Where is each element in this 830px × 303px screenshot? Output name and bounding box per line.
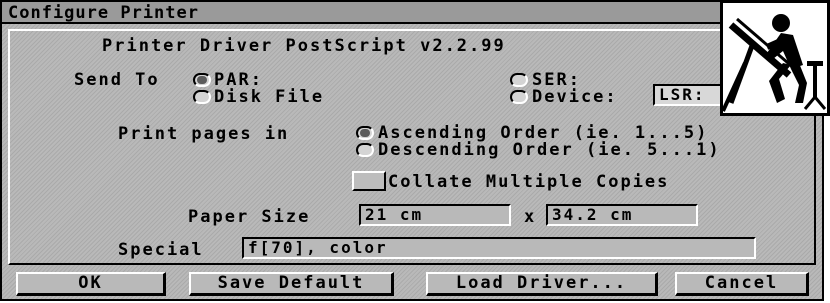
save-default-button[interactable]: Save Default <box>189 272 394 296</box>
radio-descending[interactable] <box>356 143 374 157</box>
radio-ser[interactable] <box>510 73 528 87</box>
device-input[interactable]: LSR: <box>653 84 728 106</box>
paper-size-separator: x <box>524 207 537 227</box>
load-driver-button[interactable]: Load Driver... <box>426 272 658 296</box>
radio-par[interactable] <box>193 73 211 87</box>
special-label: Special <box>118 240 204 260</box>
window-title: Configure Printer <box>8 3 199 23</box>
radio-ascending[interactable] <box>356 126 374 140</box>
radio-disk-file[interactable] <box>193 90 211 104</box>
special-input[interactable]: f[70], color <box>242 237 756 259</box>
title-bar[interactable]: Configure Printer <box>2 2 822 24</box>
send-to-label: Send To <box>74 70 160 90</box>
paper-width-input[interactable]: 21 cm <box>359 204 511 226</box>
radio-descending-label: Descending Order (ie. 5...1) <box>378 140 721 160</box>
configure-printer-window: Configure Printer Printer Driver PostScr… <box>0 0 824 301</box>
print-pages-label: Print pages in <box>118 124 290 144</box>
radio-device-label: Device: <box>532 87 618 107</box>
cancel-button[interactable]: Cancel <box>675 272 809 296</box>
collate-label: Collate Multiple Copies <box>388 172 670 192</box>
paper-size-label: Paper Size <box>188 207 311 227</box>
drafting-person-icon <box>720 0 830 116</box>
paper-height-input[interactable]: 34.2 cm <box>546 204 698 226</box>
radio-disk-file-label: Disk File <box>214 87 325 107</box>
radio-device[interactable] <box>510 90 528 104</box>
ok-button[interactable]: OK <box>16 272 166 296</box>
collate-checkbox[interactable] <box>352 171 386 191</box>
driver-name: Printer Driver PostScript v2.2.99 <box>102 36 506 56</box>
